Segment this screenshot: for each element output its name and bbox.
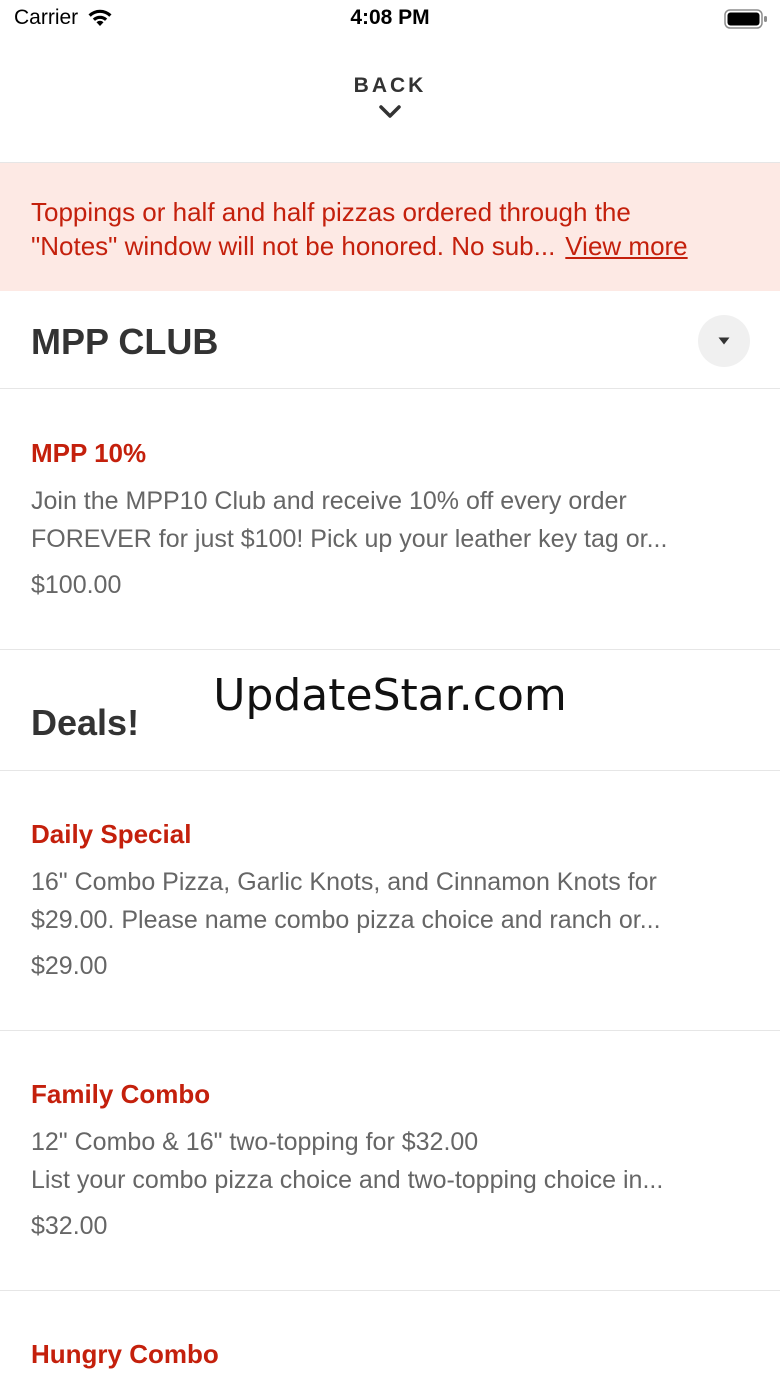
collapse-button[interactable] xyxy=(698,315,750,367)
item-price: $100.00 xyxy=(31,571,122,599)
section-header-mpp-club: MPP CLUB xyxy=(0,291,780,389)
caret-down-icon xyxy=(718,337,730,345)
item-name: Daily Special xyxy=(31,819,192,849)
item-name: Family Combo xyxy=(31,1079,211,1109)
watermark: UpdateStar.com xyxy=(213,670,567,721)
notice-text-line-1: Toppings or half and half pizzas ordered… xyxy=(31,197,631,227)
notice-text-line-2-body: "Notes" window will not be honored. No s… xyxy=(31,231,556,261)
back-button[interactable]: BACK xyxy=(0,62,780,162)
chevron-down-icon xyxy=(379,105,401,118)
item-name: MPP 10% xyxy=(31,438,147,468)
item-name: Hungry Combo xyxy=(31,1339,219,1369)
battery-icon xyxy=(724,9,767,29)
item-description-line-2: $29.00. Please name combo pizza choice a… xyxy=(31,906,661,934)
menu-item-family-combo[interactable]: Family Combo 12" Combo & 16" two-topping… xyxy=(0,1031,780,1291)
menu-item-daily-special[interactable]: Daily Special 16" Combo Pizza, Garlic Kn… xyxy=(0,771,780,1031)
item-description-line-1: 16" Combo Pizza, Garlic Knots, and Cinna… xyxy=(31,868,657,896)
section-title: MPP CLUB xyxy=(31,321,219,362)
back-label: BACK xyxy=(353,74,427,97)
item-price: $29.00 xyxy=(31,952,108,980)
status-bar: Carrier 4:08 PM xyxy=(0,0,780,40)
item-description-line-1: 12" Combo & 16" two-topping for $32.00 xyxy=(31,1128,479,1156)
page: Carrier 4:08 PM BACK Toppings or half an… xyxy=(0,0,780,1387)
notice-text-line-2: "Notes" window will not be honored. No s… xyxy=(31,229,750,263)
item-description-line-2: List your combo pizza choice and two-top… xyxy=(31,1166,664,1194)
item-description-line-2: FOREVER for just $100! Pick up your leat… xyxy=(31,525,668,553)
item-price: $32.00 xyxy=(31,1212,108,1240)
item-description-line-1: Join the MPP10 Club and receive 10% off … xyxy=(31,487,627,515)
view-more-link[interactable]: View more xyxy=(565,231,687,261)
menu-item-mpp-10[interactable]: MPP 10% Join the MPP10 Club and receive … xyxy=(0,389,780,650)
status-time: 4:08 PM xyxy=(350,6,430,29)
notice-banner: Toppings or half and half pizzas ordered… xyxy=(0,163,780,291)
menu-item-hungry-combo[interactable]: Hungry Combo xyxy=(0,1291,780,1387)
